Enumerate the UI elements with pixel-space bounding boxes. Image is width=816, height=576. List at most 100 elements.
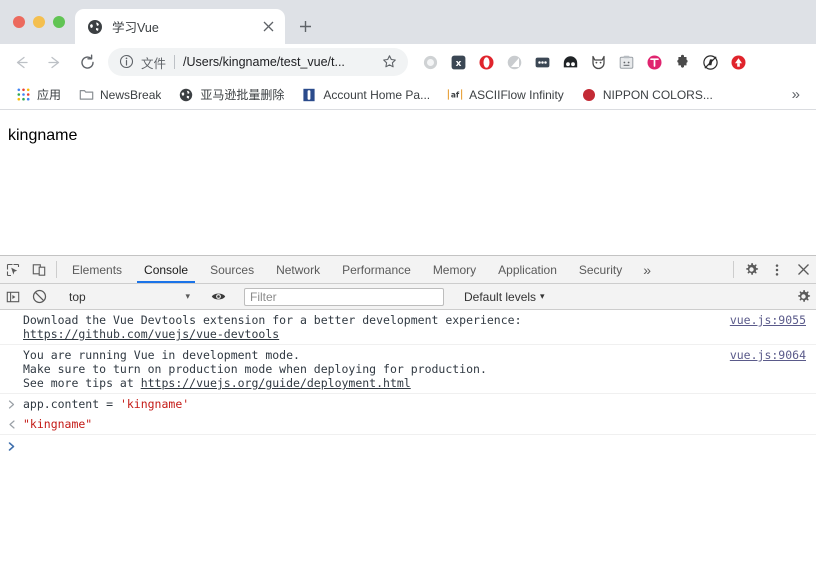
- crossed-circle-extension-icon[interactable]: [696, 48, 724, 76]
- command-gutter-icon: [0, 397, 23, 411]
- reload-button[interactable]: [72, 47, 102, 77]
- grey-circle-slash-extension-icon[interactable]: [500, 48, 528, 76]
- address-bar[interactable]: 文件 /Users/kingname/test_vue/t...: [108, 48, 408, 76]
- star-icon[interactable]: [382, 54, 398, 70]
- message-link[interactable]: https://github.com/vuejs/vue-devtools: [23, 327, 279, 341]
- show-console-sidebar-icon[interactable]: [0, 290, 26, 304]
- bookmark-nippon-colors[interactable]: NIPPON COLORS...: [574, 84, 720, 106]
- forward-button[interactable]: [39, 47, 69, 77]
- console-output[interactable]: Download the Vue Devtools extension for …: [0, 310, 816, 576]
- console-filter-input[interactable]: Filter: [244, 287, 444, 306]
- red-circle-icon: [581, 87, 597, 103]
- inspect-cursor-icon[interactable]: [0, 256, 26, 283]
- dark-eyes-extension-icon[interactable]: [556, 48, 584, 76]
- bookmarks-bar: 应用 NewsBreak 亚马逊批量删除 Account Home Pa... …: [0, 80, 816, 110]
- execution-context-value: top: [69, 289, 86, 304]
- tab-network[interactable]: Network: [265, 256, 331, 283]
- bookmark-label: 亚马逊批量删除: [200, 88, 285, 102]
- message-source-link[interactable]: vue.js:9064: [730, 348, 816, 362]
- svg-text:af: af: [451, 90, 460, 99]
- console-settings-group: [781, 289, 816, 304]
- tab-sources[interactable]: Sources: [199, 256, 265, 283]
- svg-text:x: x: [455, 59, 461, 69]
- globe-icon: [178, 87, 194, 103]
- console-settings-icon[interactable]: [790, 289, 816, 304]
- execution-context-select[interactable]: top ▾: [61, 290, 196, 304]
- tab-security[interactable]: Security: [568, 256, 633, 283]
- console-filter-bar: top ▾ Filter Default levels ▾: [0, 284, 816, 310]
- command-expression: app.content =: [23, 397, 120, 411]
- folder-icon: [78, 87, 94, 103]
- new-tab-button[interactable]: [291, 12, 319, 40]
- fox-outline-extension-icon[interactable]: [584, 48, 612, 76]
- message-body: You are running Vue in development mode.…: [23, 348, 730, 390]
- message-link[interactable]: https://vuejs.org/guide/deployment.html: [141, 376, 411, 390]
- close-icon[interactable]: [790, 256, 816, 283]
- clear-console-icon[interactable]: [26, 289, 52, 304]
- bookmark-account-home[interactable]: Account Home Pa...: [294, 84, 437, 106]
- message-line: You are running Vue in development mode.: [23, 348, 300, 362]
- console-prompt[interactable]: [0, 435, 816, 456]
- blue-book-icon: [301, 87, 317, 103]
- url-text: /Users/kingname/test_vue/t...: [183, 55, 345, 69]
- message-source-link[interactable]: vue.js:9055: [730, 313, 816, 327]
- tab-application[interactable]: Application: [487, 256, 568, 283]
- minimize-window-button[interactable]: [33, 16, 45, 28]
- close-window-button[interactable]: [13, 16, 25, 28]
- device-toolbar-icon[interactable]: [26, 256, 52, 283]
- more-vertical-icon[interactable]: [764, 256, 790, 283]
- devtools-tabs: Elements Console Sources Network Perform…: [61, 256, 729, 283]
- live-expression-icon[interactable]: [205, 289, 231, 304]
- bookmarks-overflow-button[interactable]: »: [784, 84, 808, 105]
- console-message: You are running Vue in development mode.…: [0, 345, 816, 394]
- af-text-icon: af: [447, 87, 463, 103]
- tab-memory[interactable]: Memory: [422, 256, 487, 283]
- log-levels-label: Default levels: [464, 289, 537, 304]
- back-button[interactable]: [6, 47, 36, 77]
- bookmark-apps[interactable]: 应用: [8, 83, 68, 106]
- globe-icon: [87, 19, 103, 35]
- devtools-panel: Elements Console Sources Network Perform…: [0, 255, 816, 576]
- window-controls: [0, 0, 75, 44]
- apps-grid-icon: [15, 87, 31, 103]
- info-circle-icon[interactable]: [119, 54, 135, 70]
- tab-console[interactable]: Console: [133, 256, 199, 283]
- omnibox-divider: [174, 55, 176, 69]
- pink-circle-extension-icon[interactable]: [640, 48, 668, 76]
- red-opera-extension-icon[interactable]: [472, 48, 500, 76]
- chevron-down-icon: ▾: [540, 291, 545, 301]
- result-string: "kingname": [23, 417, 93, 431]
- more-tabs-button[interactable]: »: [633, 256, 661, 283]
- log-levels-select[interactable]: Default levels ▾: [456, 290, 553, 304]
- tab-performance[interactable]: Performance: [331, 256, 422, 283]
- red-arrow-up-extension-icon[interactable]: [724, 48, 752, 76]
- dark-dots-extension-icon[interactable]: [528, 48, 556, 76]
- clipboard-extension-icon[interactable]: [612, 48, 640, 76]
- close-tab-button[interactable]: [260, 19, 276, 35]
- dark-x-extension-icon[interactable]: x: [444, 48, 472, 76]
- console-message: Download the Vue Devtools extension for …: [0, 310, 816, 345]
- puzzle-extension-icon[interactable]: [668, 48, 696, 76]
- bookmark-amazon-bulk-delete[interactable]: 亚马逊批量删除: [171, 83, 291, 106]
- tab-title: 学习Vue: [112, 21, 159, 35]
- toolbar-divider: [56, 261, 57, 278]
- browser-tab[interactable]: 学习Vue: [75, 9, 285, 44]
- message-line: See more tips at: [23, 376, 141, 390]
- extension-icons: x: [416, 48, 752, 76]
- message-line: Download the Vue Devtools extension for …: [23, 313, 522, 327]
- bookmark-asciiflow[interactable]: af ASCIIFlow Infinity: [440, 84, 571, 106]
- prompt-caret-icon: [0, 439, 23, 453]
- devtools-tab-bar: Elements Console Sources Network Perform…: [0, 256, 816, 284]
- tab-elements[interactable]: Elements: [61, 256, 133, 283]
- console-command-entry: app.content = 'kingname': [0, 394, 816, 414]
- grey-ring-extension-icon[interactable]: [416, 48, 444, 76]
- zoom-window-button[interactable]: [53, 16, 65, 28]
- filter-placeholder: Filter: [250, 289, 277, 304]
- browser-toolbar: 文件 /Users/kingname/test_vue/t... x: [0, 44, 816, 80]
- actions-divider: [733, 261, 734, 278]
- bookmark-label: Account Home Pa...: [323, 87, 431, 102]
- page-content-text: kingname: [8, 127, 78, 144]
- bookmark-newsbreak[interactable]: NewsBreak: [71, 84, 168, 106]
- gear-icon[interactable]: [738, 256, 764, 283]
- result-value: "kingname": [23, 417, 816, 431]
